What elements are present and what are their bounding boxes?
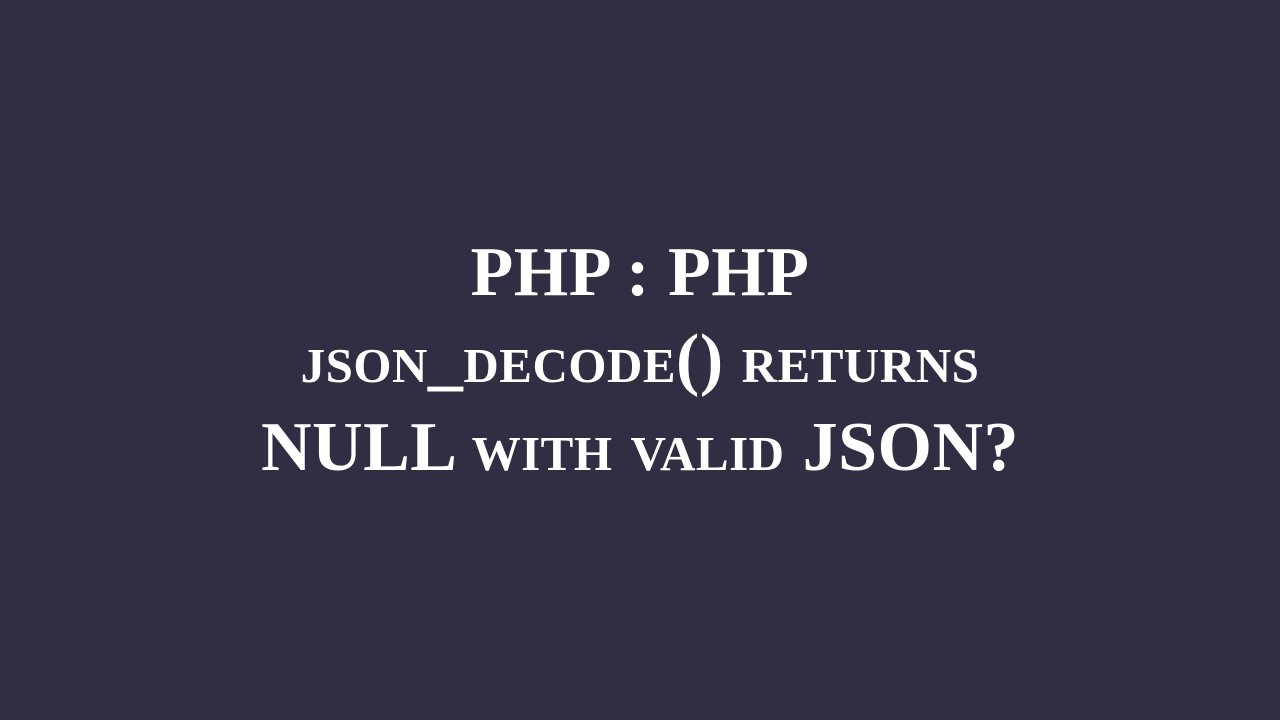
title-container: PHP : PHP json_decode() returns NULL wit… [201,229,1079,492]
title-line-1: PHP : PHP [261,229,1019,317]
title-line-3: NULL with valid JSON? [261,404,1019,492]
title-line-2: json_decode() returns [261,316,1019,404]
